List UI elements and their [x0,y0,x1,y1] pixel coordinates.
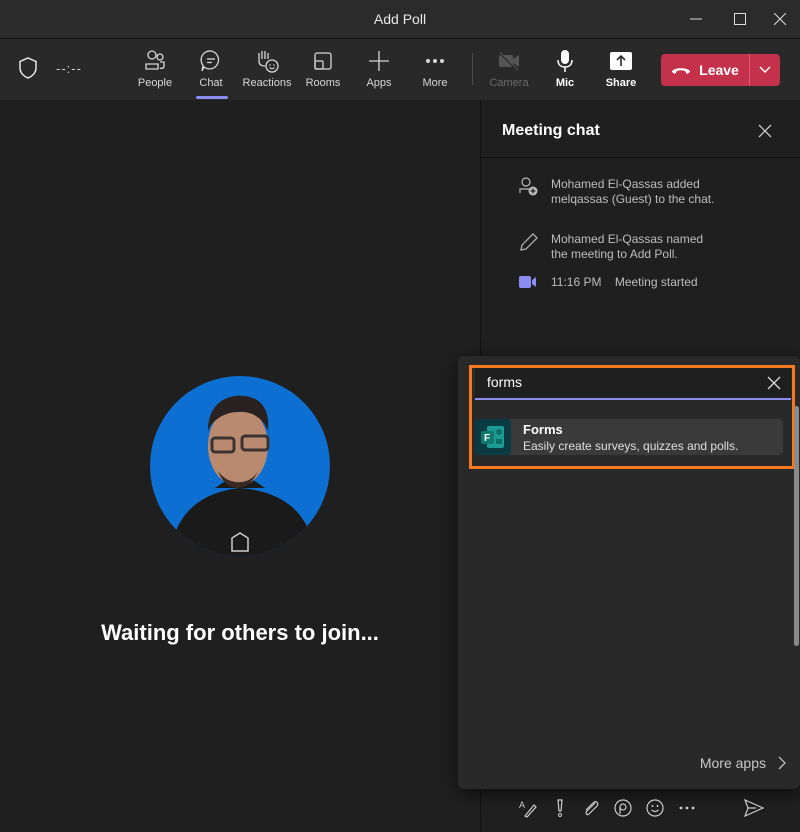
emoji-icon [646,799,664,817]
format-icon: A [519,800,537,818]
rooms-button[interactable]: Rooms [295,47,351,97]
plus-icon [368,47,390,75]
clear-search-button[interactable] [767,376,781,395]
chat-event-text: Mohamed El-Qassas added melqassas (Guest… [551,177,715,206]
forms-app-icon: F [475,419,511,455]
camera-label: Camera [489,77,529,89]
compose-toolbar: A [480,790,800,832]
app-search-field[interactable] [475,368,791,400]
chat-event: 11:16 PM Meeting started [519,275,698,294]
share-button[interactable]: Share [593,47,649,97]
minimize-button[interactable] [684,8,708,30]
active-tab-indicator [196,96,228,99]
leave-label: Leave [699,62,739,78]
people-label: People [137,77,173,89]
camera-off-icon [497,47,521,75]
more-icon [424,47,446,75]
rooms-label: Rooms [305,77,341,89]
maximize-button[interactable] [728,8,752,30]
more-apps-label: More apps [699,755,766,771]
app-search-input[interactable] [487,374,747,390]
more-compose-options-button[interactable] [677,798,697,818]
video-icon [519,275,551,294]
send-icon [744,799,764,817]
more-icon [679,806,695,810]
paperclip-icon [585,801,599,816]
svg-text:A: A [519,800,525,810]
person-add-icon [519,177,551,207]
apps-search-popup: F Forms Easily create surveys, quizzes a… [458,356,800,789]
title-bar: Add Poll [0,0,800,38]
app-result-forms[interactable]: F Forms Easily create surveys, quizzes a… [475,419,783,455]
leave-button[interactable]: Leave [661,54,750,86]
chat-label: Chat [199,77,223,89]
toolbar-divider [472,53,473,85]
meeting-stage: Waiting for others to join... [0,100,480,832]
app-description: Easily create surveys, quizzes and polls… [523,439,739,453]
chat-panel-title: Meeting chat [502,122,600,139]
attach-button[interactable] [581,798,601,818]
mic-button[interactable]: Mic [537,47,593,97]
maximize-icon [734,13,746,25]
phone-hangup-icon [672,68,691,74]
format-button[interactable]: A [518,798,538,818]
apps-label: Apps [366,77,392,89]
avatar [150,376,330,556]
people-button[interactable]: People [127,47,183,97]
svg-text:F: F [484,433,490,444]
reactions-icon [254,47,280,75]
share-icon [610,47,632,75]
close-icon [767,376,781,390]
meeting-timer: --:-- [56,61,82,76]
chat-icon [199,47,223,75]
apps-button[interactable]: Apps [351,47,407,97]
rooms-icon [312,47,334,75]
emoji-button[interactable] [645,798,665,818]
more-apps-link[interactable]: More apps [700,755,786,771]
important-button[interactable] [550,798,570,818]
pencil-icon [519,232,551,262]
app-name: Forms [523,422,563,437]
close-chat-button[interactable] [758,124,772,143]
chat-panel-header: Meeting chat [481,100,800,158]
close-icon [774,13,786,25]
people-icon [143,47,167,75]
reactions-label: Reactions [242,77,292,89]
mic-label: Mic [555,77,575,89]
reactions-button[interactable]: Reactions [239,47,295,97]
more-label: More [422,77,448,89]
send-button[interactable] [744,798,764,818]
chevron-right-icon [778,756,786,770]
chat-event-text: 11:16 PM Meeting started [551,275,698,294]
share-label: Share [605,77,637,89]
chat-event: Mohamed El-Qassas added melqassas (Guest… [519,177,721,207]
meeting-toolbar: --:-- People Chat Reactions Rooms Apps M… [0,38,800,100]
participant-photo [170,395,315,556]
event-label: Meeting started [614,275,698,289]
waiting-message: Waiting for others to join... [101,620,379,645]
mic-icon [555,47,575,75]
minimize-icon [690,18,702,20]
exclamation-icon [557,799,563,817]
leave-options-dropdown[interactable] [750,54,780,86]
leave-button-group: Leave [661,54,780,86]
shield-icon[interactable] [18,57,38,84]
chat-event-text: Mohamed El-Qassas named the meeting to A… [551,232,704,261]
event-time: 11:16 PM [551,275,602,289]
chat-event: Mohamed El-Qassas named the meeting to A… [519,232,721,262]
chat-button[interactable]: Chat [183,47,239,97]
loop-icon [614,799,632,817]
window-title: Add Poll [373,11,427,27]
chevron-down-icon [759,66,771,73]
camera-button[interactable]: Camera [481,47,537,97]
close-icon [758,124,772,138]
close-window-button[interactable] [768,8,792,30]
more-button[interactable]: More [407,47,463,97]
popup-scrollbar[interactable] [794,406,799,646]
loop-button[interactable] [613,798,633,818]
